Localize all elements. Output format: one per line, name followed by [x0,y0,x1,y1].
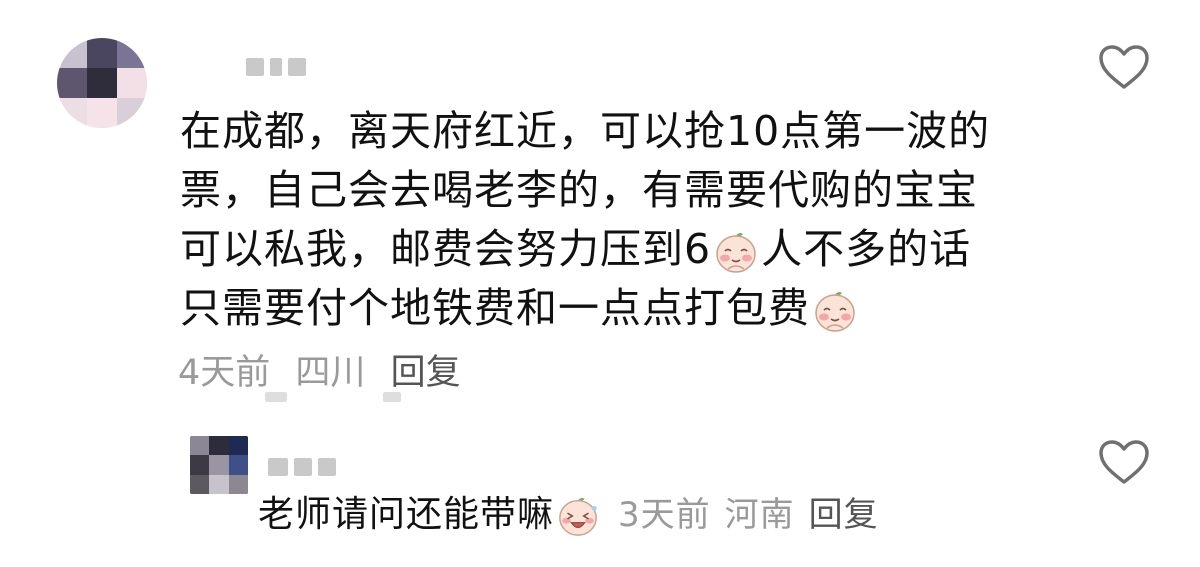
avatar[interactable] [190,436,248,494]
comment-location: 河南 [724,495,795,535]
username-obscured[interactable] [246,58,306,76]
comment-text: 老师请问还能带嘛 3天前 河南 回复 [258,490,1058,540]
comment-item: 在成都，离天府红近，可以抢10点第一波的 票，自己会去喝老李的，有需要代购的宝宝… [0,0,1200,410]
comment-time: 4天前 [178,353,271,393]
obscured-separator [383,392,401,402]
comment-line: 老师请问还能带嘛 [258,494,555,535]
comment-meta: 4天前 四川 回复 [178,344,475,395]
obscured-separator [265,392,287,402]
heart-outline-icon[interactable] [1097,43,1151,91]
comment-time: 3天前 [618,495,711,535]
username-obscured[interactable] [268,458,336,476]
avatar[interactable] [57,38,147,128]
comment-meta: 3天前 河南 回复 [618,495,893,535]
reply-comment-item: 老师请问还能带嘛 3天前 河南 回复 [0,410,1200,567]
reply-button[interactable]: 回复 [391,353,461,393]
blushing-peach-emoji [713,229,759,275]
heart-outline-icon[interactable] [1097,438,1151,486]
comment-location: 四川 [295,353,366,393]
comment-text: 在成都，离天府红近，可以抢10点第一波的 票，自己会去喝老李的，有需要代购的宝宝… [180,102,1060,338]
reply-button[interactable]: 回复 [809,495,879,535]
comment-line: 只需要付个地铁费和一点点打包费 [180,279,1060,338]
blushing-peach-emoji [812,288,858,334]
comment-line: 在成都，离天府红近，可以抢10点第一波的 [180,107,991,155]
laughing-peach-emoji [556,494,600,538]
comment-line: 票，自己会去喝老李的，有需要代购的宝宝 [180,166,978,214]
comment-line: 可以私我，邮费会努力压到6 人不多的话 [180,225,972,275]
